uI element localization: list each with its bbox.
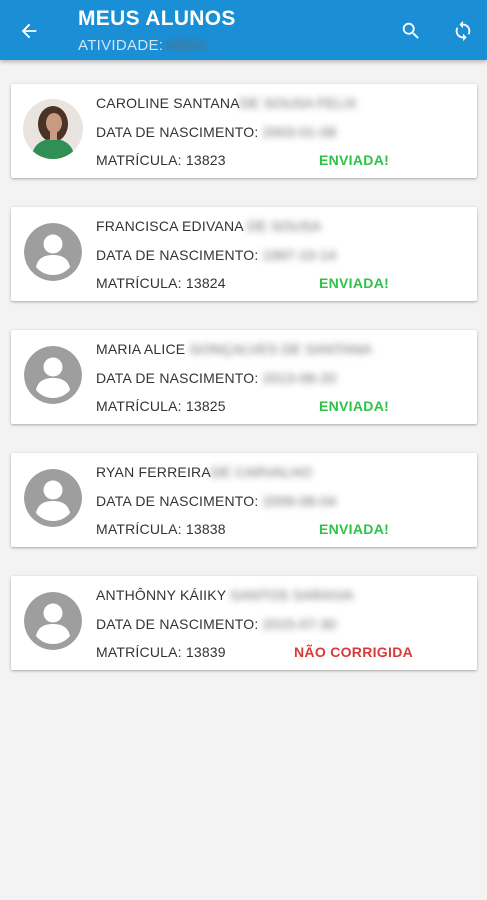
refresh-button[interactable] [448, 16, 478, 46]
student-card[interactable]: CAROLINE SANTANADE SOUSA FELIX DATA DE N… [11, 84, 477, 178]
student-name: RYAN FERREIRADE CARVALHO [96, 464, 313, 480]
status-badge: ENVIADA! [319, 398, 390, 414]
app-bar: MEUS ALUNOS ATIVIDADE: ABSA [0, 0, 487, 60]
student-matricula: MATRÍCULA: 13823 [96, 152, 226, 168]
refresh-icon [455, 20, 471, 42]
arrow-back-icon [21, 23, 37, 39]
student-matricula: MATRÍCULA: 13824 [96, 275, 226, 291]
activity-subtitle: ATIVIDADE: ABSA [78, 37, 206, 54]
student-name: CAROLINE SANTANADE SOUSA FELIX [96, 95, 357, 111]
student-birth: DATA DE NASCIMENTO: 1997-10-14 [96, 247, 337, 263]
student-matricula: MATRÍCULA: 13838 [96, 521, 226, 537]
avatar [24, 223, 82, 281]
person-icon [24, 469, 82, 527]
student-photo-image [23, 99, 83, 159]
student-birth: DATA DE NASCIMENTO: 2015-07-30 [96, 616, 337, 632]
search-icon [402, 22, 419, 39]
student-matricula: MATRÍCULA: 13825 [96, 398, 226, 414]
status-badge: ENVIADA! [319, 275, 390, 291]
person-icon [24, 346, 82, 404]
status-badge: ENVIADA! [319, 521, 390, 537]
student-card[interactable]: ANTHÔNNY KÁIIKY SANTOS SARAIVA DATA DE N… [11, 576, 477, 670]
student-birth: DATA DE NASCIMENTO: 2013-08-20 [96, 370, 337, 386]
person-icon [24, 223, 82, 281]
avatar [24, 469, 82, 527]
student-name: ANTHÔNNY KÁIIKY SANTOS SARAIVA [96, 587, 354, 603]
student-birth: DATA DE NASCIMENTO: 2009-08-04 [96, 493, 337, 509]
student-name: FRANCISCA EDIVANA DE SOUSA [96, 218, 322, 234]
status-badge: ENVIADA! [319, 152, 390, 168]
avatar [24, 346, 82, 404]
student-photo [23, 99, 83, 159]
student-birth: DATA DE NASCIMENTO: 2003-01-08 [96, 124, 337, 140]
student-card[interactable]: MARIA ALICE GONÇALVES DE SANTANA DATA DE… [11, 330, 477, 424]
activity-label: ATIVIDADE: [78, 37, 164, 54]
avatar [24, 592, 82, 650]
status-badge: NÃO CORRIGIDA [294, 644, 414, 660]
page-title: MEUS ALUNOS [78, 7, 236, 30]
search-button[interactable] [396, 16, 426, 46]
student-card[interactable]: RYAN FERREIRADE CARVALHO DATA DE NASCIME… [11, 453, 477, 547]
student-name: MARIA ALICE GONÇALVES DE SANTANA [96, 341, 372, 357]
back-button[interactable] [14, 16, 44, 46]
student-matricula: MATRÍCULA: 13839 [96, 644, 226, 660]
person-icon [24, 592, 82, 650]
activity-value: ABSA [165, 37, 207, 54]
student-card[interactable]: FRANCISCA EDIVANA DE SOUSA DATA DE NASCI… [11, 207, 477, 301]
